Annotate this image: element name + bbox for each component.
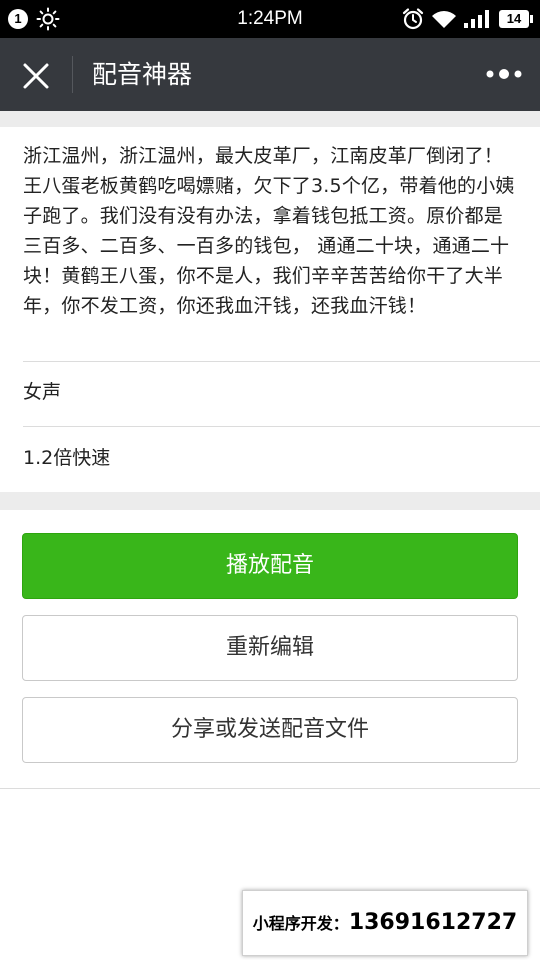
nav-divider [72, 56, 73, 93]
status-bar: 1 1:24PM 14 [0, 0, 540, 38]
voice-setting: 女声 [23, 381, 62, 403]
re-edit-button[interactable]: 重新编辑 [22, 615, 518, 681]
developer-label: 小程序开发： [252, 914, 349, 933]
alarm-icon [402, 8, 424, 30]
page-title: 配音神器 [92, 60, 193, 89]
divider [23, 361, 540, 362]
share-file-button[interactable]: 分享或发送配音文件 [22, 697, 518, 763]
battery-icon: 14 [499, 10, 533, 28]
divider [0, 788, 540, 789]
developer-phone: 13691612727 [348, 910, 518, 935]
signal-icon [464, 10, 489, 28]
script-text: 浙江温州，浙江温州，最大皮革厂，江南皮革厂倒闭了！王八蛋老板黄鹤吃喝嫖赌，欠下了… [23, 145, 515, 317]
divider [23, 426, 540, 427]
play-voice-button[interactable]: 播放配音 [22, 533, 518, 599]
nav-bar: 配音神器 [0, 38, 540, 111]
developer-contact-banner: 小程序开发：13691612727 [242, 890, 528, 956]
more-options-icon[interactable] [482, 60, 526, 88]
wifi-icon [432, 11, 456, 28]
close-icon[interactable] [22, 62, 50, 90]
status-time: 1:24PM [237, 8, 303, 29]
speed-setting: 1.2倍快速 [23, 447, 111, 469]
